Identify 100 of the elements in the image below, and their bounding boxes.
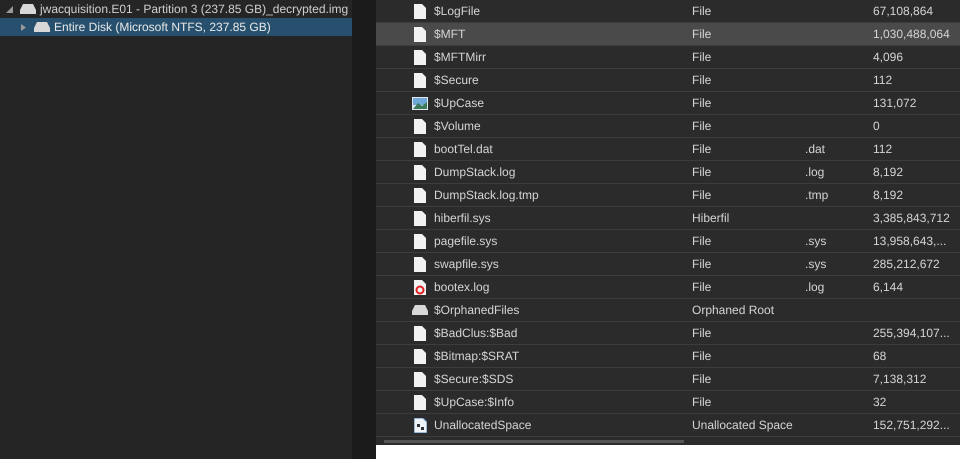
table-row[interactable]: swapfile.sys File .sys 285,212,672 (376, 253, 960, 276)
table-row[interactable]: $BadClus:$Bad File 255,394,107... (376, 322, 960, 345)
file-size: 3,385,843,712 (873, 211, 950, 225)
table-row[interactable]: $Secure File 112 (376, 69, 960, 92)
tree-item[interactable]: jwacquisition.E01 - Partition 3 (237.85 GB)_decrypted.img (0, 0, 352, 18)
file-type: File (692, 188, 712, 202)
file-name: bootTel.dat (434, 142, 493, 156)
file-name: $OrphanedFiles (434, 303, 520, 317)
horizontal-scrollbar[interactable] (376, 437, 960, 445)
file-type: File (692, 119, 712, 133)
file-icon (414, 394, 426, 410)
table-row[interactable]: hiberfil.sys Hiberfil 3,385,843,712 (376, 207, 960, 230)
file-name: $UpCase:$Info (434, 395, 514, 409)
file-icon (414, 118, 426, 134)
table-row[interactable]: $MFT File 1,030,488,064 (376, 23, 960, 46)
file-extension: .sys (805, 257, 826, 271)
file-type: File (692, 142, 712, 156)
file-name: $Bitmap:$SRAT (434, 349, 520, 363)
file-name: $Volume (434, 119, 481, 133)
file-size: 4,096 (873, 50, 904, 64)
file-type: File (692, 165, 712, 179)
table-row[interactable]: $Volume File 0 (376, 115, 960, 138)
file-error-icon (414, 280, 426, 294)
file-icon (414, 210, 426, 226)
file-type: File (692, 73, 712, 87)
file-type: Orphaned Root (692, 303, 774, 317)
collapsed-caret-icon[interactable] (20, 24, 27, 30)
file-size: 8,192 (873, 165, 904, 179)
file-type: File (692, 27, 712, 41)
table-row[interactable]: DumpStack.log File .log 8,192 (376, 161, 960, 184)
file-name: $UpCase (434, 96, 484, 110)
file-size: 255,394,107... (873, 326, 950, 340)
file-extension: .log (805, 165, 824, 179)
table-row[interactable]: DumpStack.log.tmp File .tmp 8,192 (376, 184, 960, 207)
file-type: Unallocated Space (692, 418, 793, 432)
file-name: bootex.log (434, 280, 490, 294)
table-row[interactable]: $Secure:$SDS File 7,138,312 (376, 368, 960, 391)
drive-icon (20, 4, 36, 14)
file-size: 68 (873, 349, 886, 363)
file-icon (414, 372, 426, 386)
file-name: DumpStack.log (434, 165, 516, 179)
table-row[interactable]: $Bitmap:$SRAT File 68 (376, 345, 960, 368)
file-icon (414, 142, 426, 156)
table-row[interactable]: $OrphanedFiles Orphaned Root (376, 299, 960, 322)
file-size: 112 (873, 142, 892, 156)
table-row[interactable]: $MFTMirr File 4,096 (376, 46, 960, 69)
file-extension: .tmp (805, 188, 828, 202)
file-extension: .sys (805, 234, 826, 248)
file-size: 1,030,488,064 (873, 27, 950, 41)
file-icon (414, 348, 426, 364)
file-size: 6,144 (873, 280, 904, 294)
file-size: 7,138,312 (873, 372, 926, 386)
file-name: $MFTMirr (434, 50, 486, 64)
file-size: 112 (873, 73, 892, 87)
file-name: $BadClus:$Bad (434, 326, 518, 340)
file-type: File (692, 326, 712, 340)
table-row[interactable]: pagefile.sys File .sys 13,958,643,... (376, 230, 960, 253)
file-icon (414, 26, 426, 42)
file-name: swapfile.sys (434, 257, 499, 271)
file-icon (414, 164, 426, 180)
file-icon (414, 256, 426, 272)
table-row[interactable]: $UpCase File 131,072 (376, 92, 960, 115)
file-icon (414, 50, 426, 64)
file-icon (414, 4, 426, 18)
file-size: 8,192 (873, 188, 904, 202)
file-size: 32 (873, 395, 886, 409)
file-type: File (692, 395, 712, 409)
file-size: 152,751,292... (873, 418, 950, 432)
file-type: File (692, 257, 712, 271)
file-type: File (692, 349, 712, 363)
file-size: 285,212,672 (873, 257, 940, 271)
file-icon (414, 72, 426, 88)
file-type: File (692, 234, 712, 248)
file-type: Hiberfil (692, 211, 730, 225)
file-name: UnallocatedSpace (434, 418, 532, 432)
file-icon (414, 234, 426, 248)
file-type: File (692, 50, 712, 64)
file-size: 67,108,864 (873, 4, 934, 18)
file-name: pagefile.sys (434, 234, 498, 248)
file-name: $Secure (434, 73, 479, 87)
table-row[interactable]: bootTel.dat File .dat 112 (376, 138, 960, 161)
scrollbar-thumb[interactable] (384, 440, 684, 442)
picture-icon (412, 96, 428, 110)
drive-icon (412, 305, 428, 315)
expanded-caret-icon[interactable] (6, 6, 13, 12)
file-size: 0 (873, 119, 880, 133)
table-row[interactable]: $UpCase:$Info File 32 (376, 391, 960, 414)
file-name: $Secure:$SDS (434, 372, 514, 386)
file-type: File (692, 96, 712, 110)
file-type: File (692, 372, 712, 386)
drive-icon (34, 22, 50, 32)
tree-item[interactable]: Entire Disk (Microsoft NTFS, 237.85 GB) (0, 18, 352, 36)
unallocated-file-icon (414, 418, 426, 432)
table-row[interactable]: bootex.log File .log 6,144 (376, 276, 960, 299)
file-name: $MFT (434, 27, 466, 41)
file-name: DumpStack.log.tmp (434, 188, 539, 202)
file-name: hiberfil.sys (434, 211, 491, 225)
file-name: $LogFile (434, 4, 480, 18)
file-icon (414, 326, 426, 340)
file-extension: .log (805, 280, 824, 294)
